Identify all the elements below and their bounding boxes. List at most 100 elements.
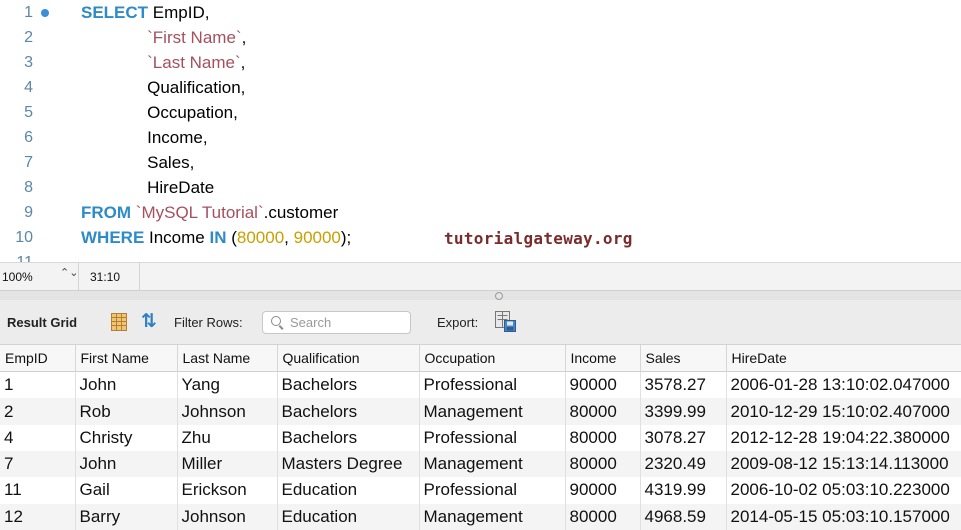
table-cell[interactable]: 11 xyxy=(0,477,76,504)
table-cell[interactable]: 3078.27 xyxy=(640,424,727,451)
code-text: WHERE Income IN (80000, 90000); xyxy=(81,225,351,250)
code-line[interactable]: 8 HireDate xyxy=(0,175,961,200)
table-cell[interactable]: 2006-01-28 13:10:02.047000 xyxy=(726,371,961,399)
table-cell[interactable]: Erickson xyxy=(177,477,278,504)
table-cell[interactable]: Johnson xyxy=(177,503,278,530)
table-cell[interactable]: 80000 xyxy=(565,451,641,478)
table-cell[interactable]: 80000 xyxy=(565,424,641,451)
table-cell[interactable]: 2320.49 xyxy=(640,451,727,478)
grid-layout-icon[interactable] xyxy=(111,313,127,334)
table-cell[interactable]: John xyxy=(75,451,178,478)
table-cell[interactable]: Bachelors xyxy=(277,424,420,451)
result-toolbar: Result Grid ⇅ Filter Rows: Export: xyxy=(0,300,961,345)
sql-identifier: `MySQL Tutorial` xyxy=(135,203,264,222)
result-grid-label: Result Grid xyxy=(7,315,78,330)
code-line[interactable]: 4 Qualification, xyxy=(0,75,961,100)
code-text: FROM `MySQL Tutorial`.customer xyxy=(81,200,338,225)
column-header[interactable]: Last Name xyxy=(177,345,278,372)
status-divider xyxy=(139,263,140,291)
table-cell[interactable]: Bachelors xyxy=(277,371,420,399)
table-cell[interactable]: Bachelors xyxy=(277,398,420,425)
table-cell[interactable]: Johnson xyxy=(177,398,278,425)
table-cell[interactable]: 2009-08-12 15:13:14.113000 xyxy=(726,451,961,478)
search-box[interactable] xyxy=(262,311,411,334)
table-cell[interactable]: 80000 xyxy=(565,503,641,530)
table-cell[interactable]: 3399.99 xyxy=(640,398,727,425)
table-cell[interactable]: Masters Degree xyxy=(277,451,420,478)
table-cell[interactable]: Yang xyxy=(177,371,278,399)
table-cell[interactable]: 90000 xyxy=(565,477,641,504)
result-grid[interactable]: EmpID First Name Last Name Qualification Occ… xyxy=(0,345,961,530)
column-header[interactable]: EmpID xyxy=(0,345,76,372)
table-row[interactable]: 1 John Yang Bachelors Professional 90000 3578.… xyxy=(0,371,961,399)
zoom-stepper-icon[interactable]: ⌃⌄ xyxy=(60,266,78,279)
table-cell[interactable]: Management xyxy=(419,503,566,530)
column-header[interactable]: Income xyxy=(565,345,641,372)
code-line[interactable]: 7 Sales, xyxy=(0,150,961,175)
sql-editor[interactable]: 1 SELECT EmpID, 2 `First Name`, 3 `Last Nam… xyxy=(0,0,961,262)
code-line[interactable]: 3 `Last Name`, xyxy=(0,50,961,75)
table-cell[interactable]: 80000 xyxy=(565,398,641,425)
table-header-row: EmpID First Name Last Name Qualification Occ… xyxy=(0,345,961,372)
export-icon[interactable] xyxy=(495,311,517,336)
table-cell[interactable]: Barry xyxy=(75,503,178,530)
table-cell[interactable]: Gail xyxy=(75,477,178,504)
table-cell[interactable]: 12 xyxy=(0,503,76,530)
table-cell[interactable]: Education xyxy=(277,477,420,504)
code-text: `Last Name`, xyxy=(81,50,245,75)
table-cell[interactable]: 4968.59 xyxy=(640,503,727,530)
table-cell[interactable]: 2006-10-02 05:03:10.223000 xyxy=(726,477,961,504)
splitter-handle-icon[interactable] xyxy=(495,292,503,300)
column-header[interactable]: Sales xyxy=(640,345,727,372)
table-cell[interactable]: 1 xyxy=(0,371,76,399)
line-number: 5 xyxy=(24,104,33,121)
code-line[interactable]: 5 Occupation, xyxy=(0,100,961,125)
table-cell[interactable]: Miller xyxy=(177,451,278,478)
table-cell[interactable]: 4319.99 xyxy=(640,477,727,504)
table-cell[interactable]: 3578.27 xyxy=(640,371,727,399)
code-line[interactable]: 6 Income, xyxy=(0,125,961,150)
sql-text: Occupation, xyxy=(81,103,238,122)
table-row[interactable]: 12 Barry Johnson Education Management 80000 49… xyxy=(0,503,961,530)
table-row[interactable]: 11 Gail Erickson Education Professional 90000… xyxy=(0,477,961,504)
table-cell[interactable]: 4 xyxy=(0,424,76,451)
table-cell[interactable]: 7 xyxy=(0,451,76,478)
table-cell[interactable]: Education xyxy=(277,503,420,530)
watermark-text: tutorialgateway.org xyxy=(444,229,633,248)
table-cell[interactable]: Management xyxy=(419,398,566,425)
table-cell[interactable]: Professional xyxy=(419,477,566,504)
table-row[interactable]: 2 Rob Johnson Bachelors Management 80000 3399.… xyxy=(0,398,961,425)
refresh-icon[interactable]: ⇅ xyxy=(141,310,157,333)
code-text: HireDate xyxy=(81,175,214,200)
table-cell[interactable]: Christy xyxy=(75,424,178,451)
code-line[interactable]: 2 `First Name`, xyxy=(0,25,961,50)
code-line[interactable]: 9 FROM `MySQL Tutorial`.customer xyxy=(0,200,961,225)
column-header[interactable]: HireDate xyxy=(726,345,961,372)
table-cell[interactable]: Management xyxy=(419,451,566,478)
table-row[interactable]: 4 Christy Zhu Bachelors Professional 80000 307… xyxy=(0,424,961,451)
code-line[interactable]: 1 SELECT EmpID, xyxy=(0,0,961,25)
table-row[interactable]: 7 John Miller Masters Degree Management 80000… xyxy=(0,451,961,478)
editor-status-bar: 100% ⌃⌄ 31:10 xyxy=(0,262,961,291)
table-cell[interactable]: 90000 xyxy=(565,371,641,399)
search-icon xyxy=(271,316,281,326)
table-cell[interactable]: Professional xyxy=(419,371,566,399)
search-input[interactable] xyxy=(290,313,405,331)
table-cell[interactable]: 2010-12-29 15:10:02.407000 xyxy=(726,398,961,425)
line-number: 11 xyxy=(0,250,33,262)
table-cell[interactable]: 2014-05-15 05:03:10.157000 xyxy=(726,503,961,530)
sql-text: HireDate xyxy=(81,178,215,197)
table-cell[interactable]: John xyxy=(75,371,178,399)
pane-splitter[interactable] xyxy=(0,290,961,300)
table-cell[interactable]: Rob xyxy=(75,398,178,425)
table-cell[interactable]: Professional xyxy=(419,424,566,451)
table-cell[interactable]: 2012-12-28 19:04:22.380000 xyxy=(726,424,961,451)
table-cell[interactable]: Zhu xyxy=(177,424,278,451)
table-cell[interactable]: 2 xyxy=(0,398,76,425)
column-header[interactable]: First Name xyxy=(75,345,178,372)
column-header[interactable]: Qualification xyxy=(277,345,420,372)
zoom-level[interactable]: 100% xyxy=(2,270,33,284)
column-header[interactable]: Occupation xyxy=(419,345,566,372)
code-line[interactable]: 11 xyxy=(0,250,961,262)
code-text: Qualification, xyxy=(81,75,245,100)
